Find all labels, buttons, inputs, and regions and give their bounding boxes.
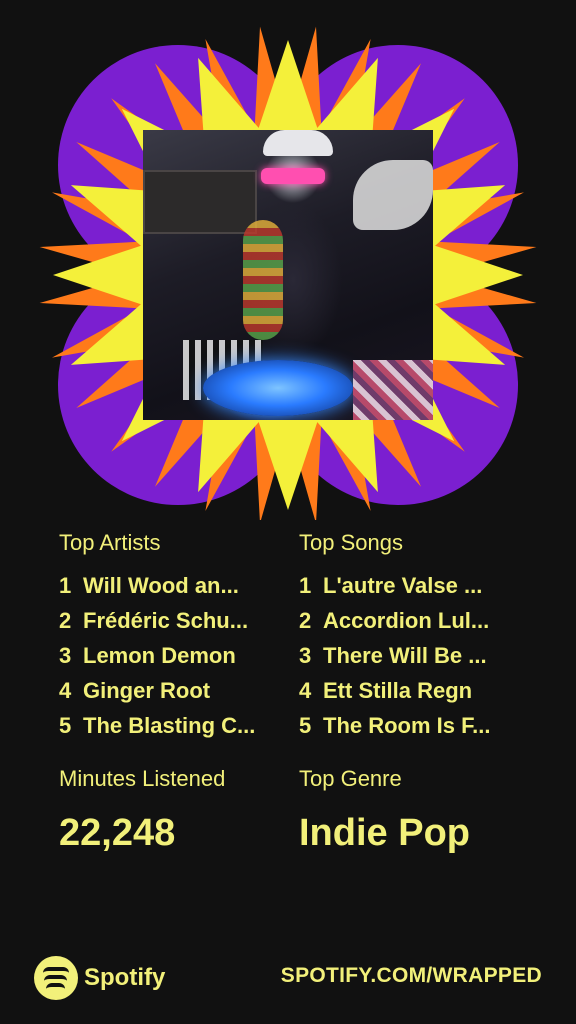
list-item: 5 The Room Is F... — [299, 708, 524, 743]
list-item: 4 Ginger Root — [59, 673, 284, 708]
rank-number: 5 — [299, 712, 312, 738]
rank-number: 3 — [299, 642, 312, 668]
song-name: The Room Is F... — [323, 712, 491, 738]
top-artists-list: 1 Will Wood an... 2 Frédéric Schu... 3 Lemo… — [59, 568, 284, 743]
list-item: 2 Accordion Lul... — [299, 603, 524, 638]
list-item: 3 There Will Be ... — [299, 638, 524, 673]
rank-number: 1 — [299, 572, 312, 598]
minutes-listened-label: Minutes Listened — [59, 766, 226, 791]
list-item: 3 Lemon Demon — [59, 638, 284, 673]
top-genre-label: Top Genre — [299, 766, 402, 791]
artist-name: Ginger Root — [83, 677, 211, 703]
cover-photo — [143, 130, 433, 420]
list-item: 4 Ett Stilla Regn — [299, 673, 524, 708]
song-name: L'autre Valse ... — [323, 572, 483, 598]
artist-name: The Blasting C... — [83, 712, 256, 738]
song-name: Accordion Lul... — [323, 607, 490, 633]
wrapped-url-link[interactable]: SPOTIFY.COM/WRAPPED — [281, 964, 542, 988]
patterned-fabric-shape — [353, 360, 433, 420]
list-item: 1 L'autre Valse ... — [299, 568, 524, 603]
glowing-drum-shape — [203, 360, 353, 416]
artist-name: Lemon Demon — [83, 642, 236, 668]
rank-number: 2 — [299, 607, 312, 633]
shutter-glasses-shape — [261, 168, 325, 184]
spotify-logo[interactable]: Spotify — [34, 956, 165, 1000]
list-item: 5 The Blasting C... — [59, 708, 284, 743]
top-songs-heading: Top Songs — [299, 530, 403, 555]
artist-name: Frédéric Schu... — [83, 607, 249, 633]
guitar-shape — [353, 160, 433, 230]
captain-hat-shape — [263, 130, 333, 156]
song-name: There Will Be ... — [323, 642, 487, 668]
rank-number: 3 — [59, 642, 72, 668]
artist-name: Will Wood an... — [83, 572, 239, 598]
list-item: 2 Frédéric Schu... — [59, 603, 284, 638]
top-artists-heading: Top Artists — [59, 530, 161, 555]
spotify-logo-icon — [34, 956, 78, 1000]
amp-shape — [143, 170, 257, 234]
song-name: Ett Stilla Regn — [323, 677, 473, 703]
rank-number: 1 — [59, 572, 72, 598]
rank-number: 4 — [59, 677, 72, 703]
top-genre-value: Indie Pop — [299, 812, 470, 854]
list-item: 1 Will Wood an... — [59, 568, 284, 603]
minutes-listened-value: 22,248 — [59, 812, 176, 854]
rank-number: 2 — [59, 607, 72, 633]
rank-number: 4 — [299, 677, 312, 703]
lei-shape — [243, 220, 283, 340]
top-songs-list: 1 L'autre Valse ... 2 Accordion Lul... 3 Th… — [299, 568, 524, 743]
rank-number: 5 — [59, 712, 72, 738]
spotify-wordmark: Spotify — [84, 964, 166, 991]
